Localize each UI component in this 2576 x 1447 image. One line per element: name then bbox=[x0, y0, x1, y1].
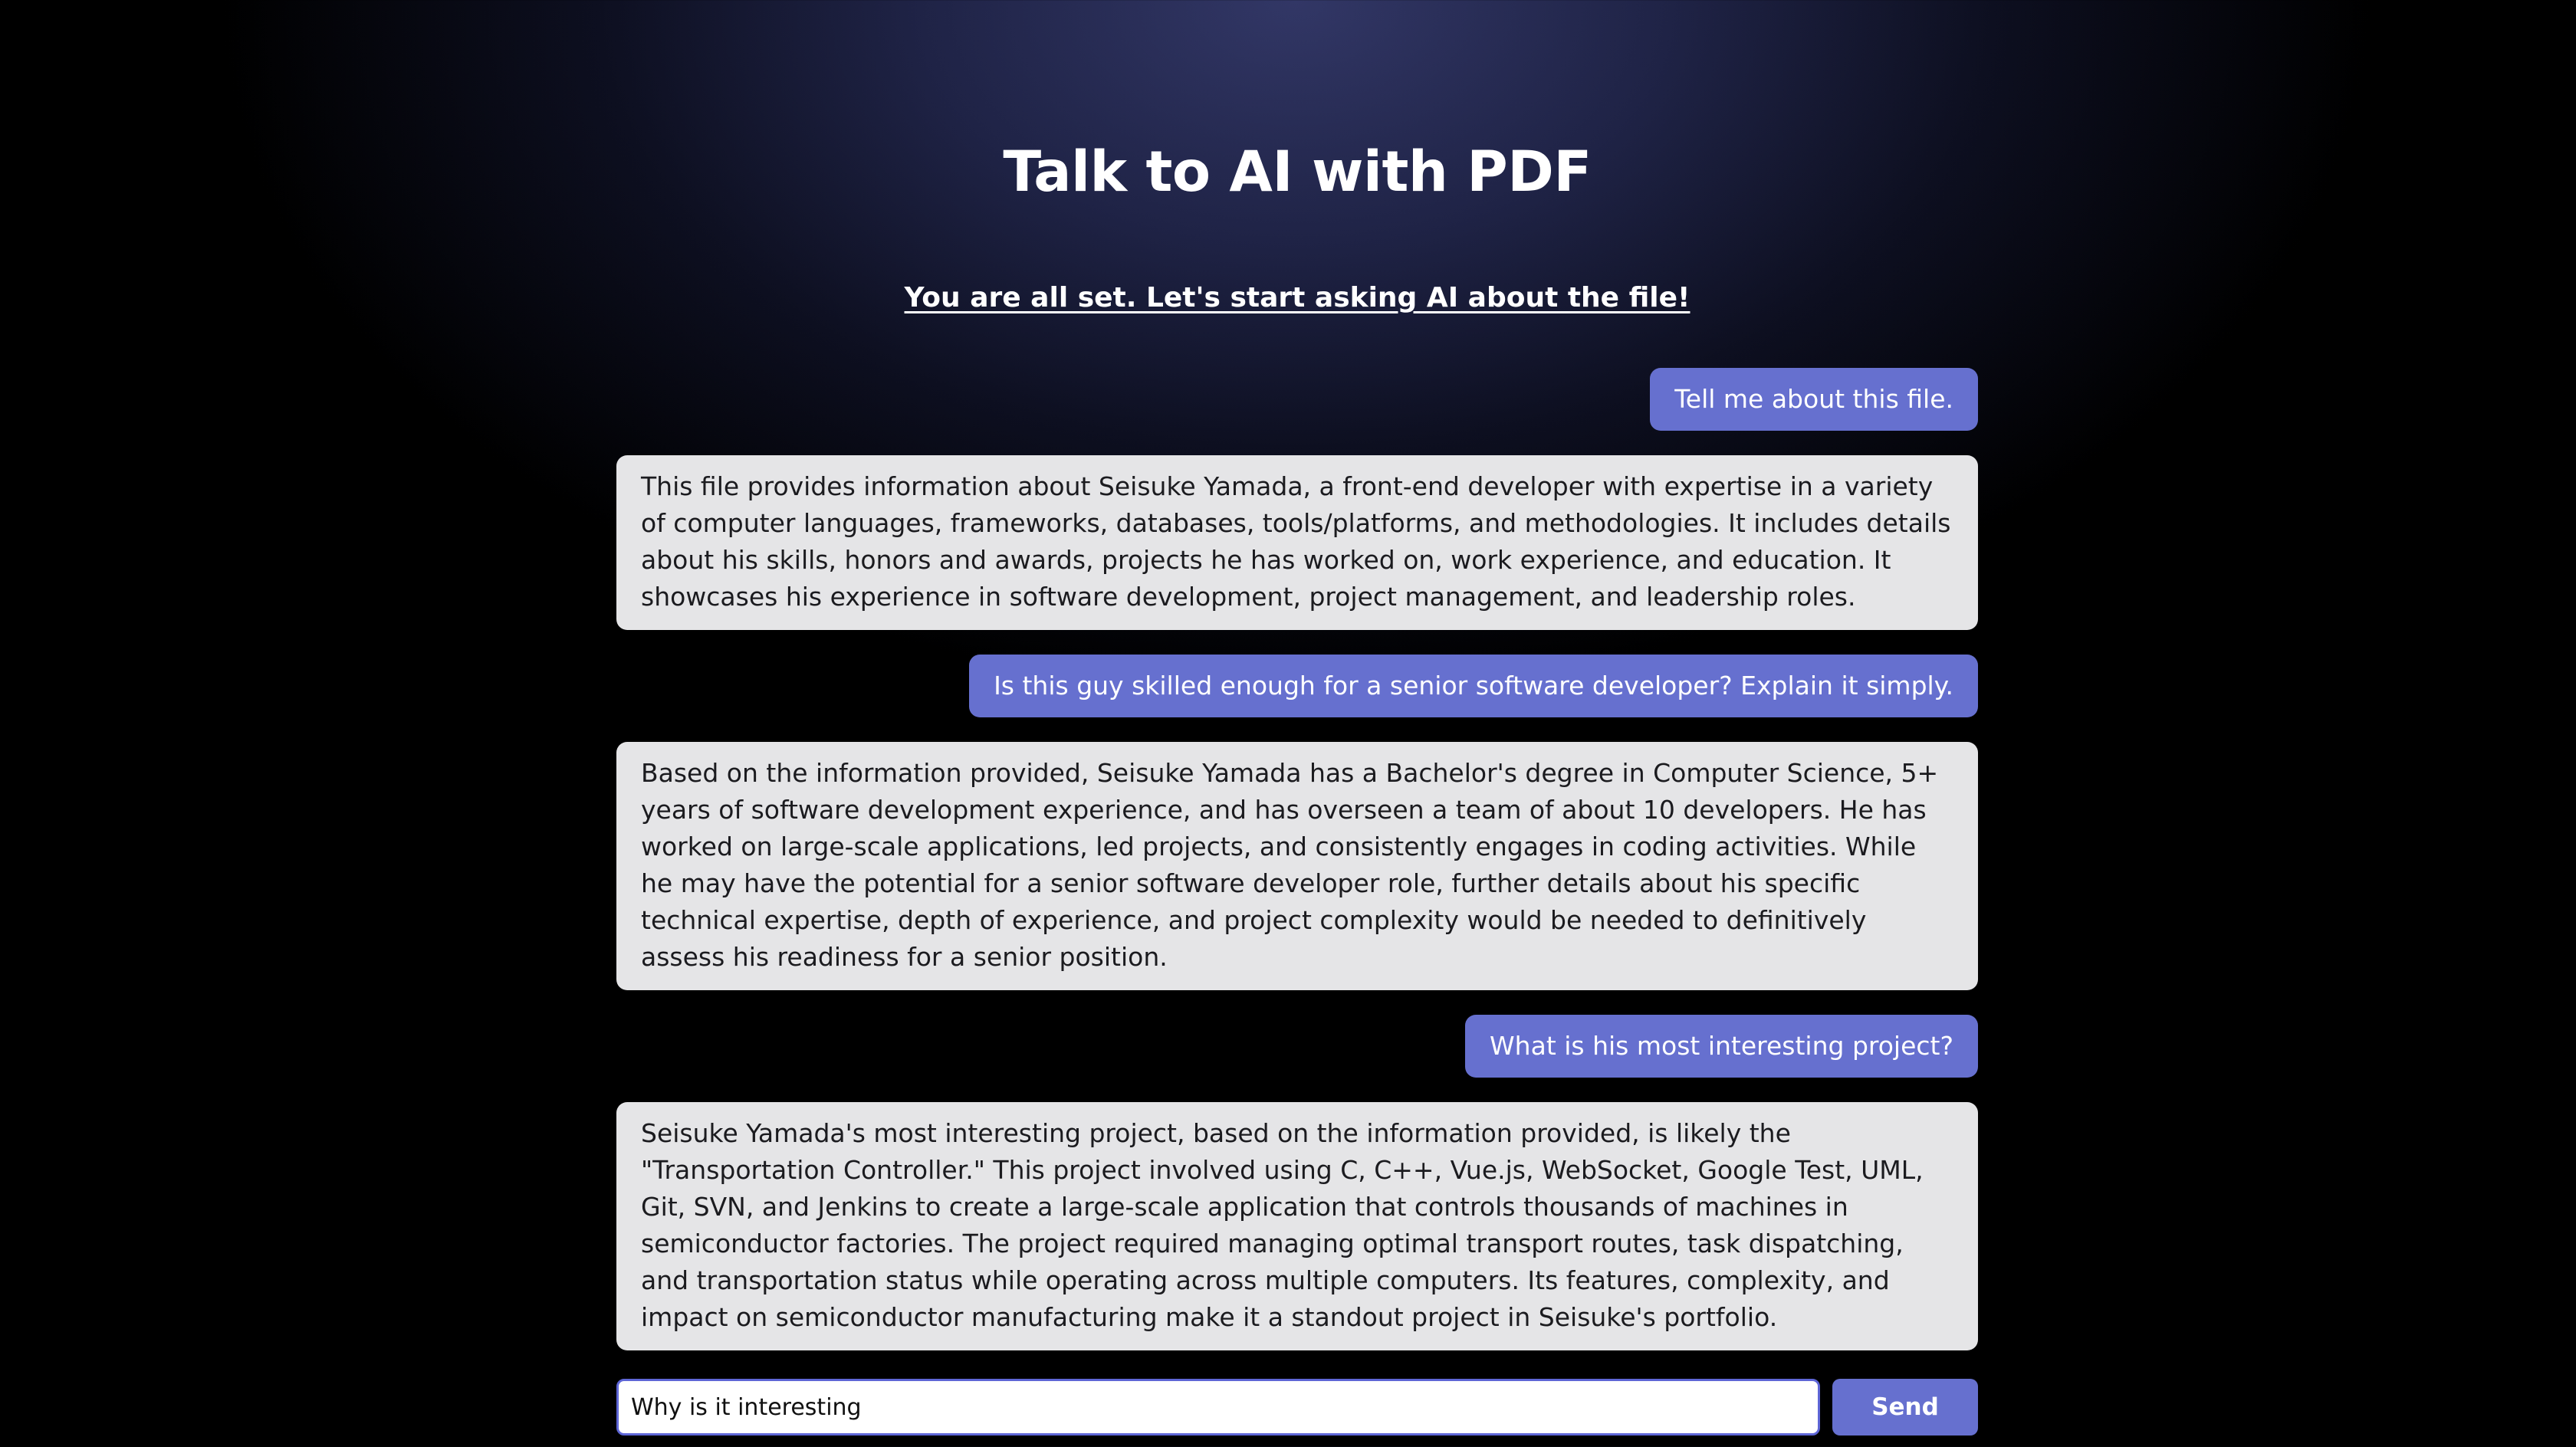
user-message: Is this guy skilled enough for a senior … bbox=[969, 655, 1978, 717]
message-composer: Send bbox=[616, 1379, 1978, 1436]
ai-message: Based on the information provided, Seisu… bbox=[616, 742, 1978, 990]
chat-thread: Tell me about this file. This file provi… bbox=[616, 368, 1978, 1350]
send-button[interactable]: Send bbox=[1832, 1379, 1978, 1436]
page-title: Talk to AI with PDF bbox=[1003, 139, 1592, 205]
user-message: What is his most interesting project? bbox=[1465, 1015, 1978, 1078]
ai-message: Seisuke Yamada's most interesting projec… bbox=[616, 1102, 1978, 1350]
user-message: Tell me about this file. bbox=[1650, 368, 1978, 431]
message-input[interactable] bbox=[616, 1379, 1820, 1436]
ai-message: This file provides information about Sei… bbox=[616, 455, 1978, 630]
status-message: You are all set. Let's start asking AI a… bbox=[0, 277, 2576, 323]
status-link[interactable]: You are all set. Let's start asking AI a… bbox=[905, 282, 1691, 313]
